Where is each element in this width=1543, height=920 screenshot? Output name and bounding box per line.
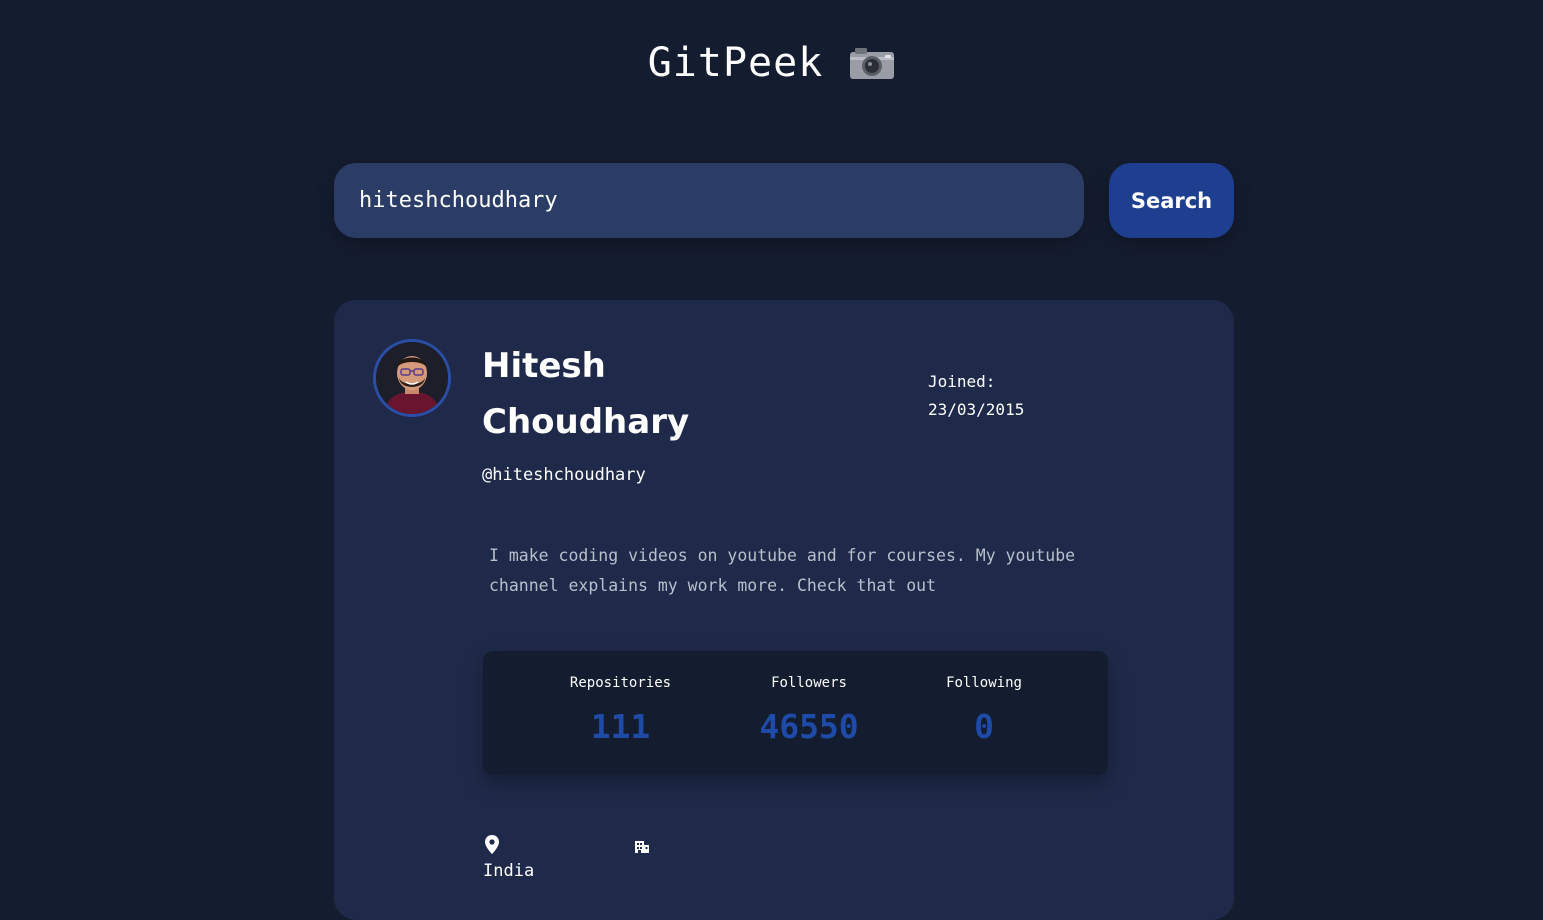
search-row: Search [334, 163, 1234, 238]
stat-label: Repositories [569, 675, 672, 691]
user-name: Hitesh Choudhary [482, 346, 690, 442]
stat-value: 0 [974, 707, 994, 746]
stat-value: 111 [590, 707, 651, 746]
app-title: GitPeek [647, 40, 824, 86]
location-text: India [483, 861, 535, 881]
joined-label: Joined: [928, 372, 996, 391]
stat-following: Following 0 [938, 675, 1030, 746]
building-icon [634, 838, 650, 858]
stat-followers: Followers 46550 [753, 675, 865, 746]
user-login: @hiteshchoudhary [482, 465, 646, 485]
stat-label: Following [946, 675, 1022, 691]
profile-card: Hitesh Choudhary @hiteshchoudhary Joined… [334, 300, 1234, 920]
joined-date: 23/03/2015 [928, 400, 1025, 419]
stats-box: Repositories 111 Followers 46550 Followi… [483, 651, 1108, 775]
map-pin-icon [485, 835, 534, 858]
user-bio: I make coding videos on youtube and for … [489, 546, 1076, 595]
stat-repositories: Repositories 111 [563, 675, 678, 746]
app-header: GitPeek [0, 40, 1543, 90]
avatar [373, 339, 451, 417]
stat-label: Followers [771, 675, 847, 691]
stat-value: 46550 [759, 707, 859, 746]
joined-info: Joined: 23/03/2015 [928, 368, 1024, 424]
location-info: India [483, 835, 534, 881]
search-button[interactable]: Search [1109, 163, 1234, 238]
camera-icon [849, 44, 895, 90]
search-input[interactable] [334, 163, 1084, 238]
